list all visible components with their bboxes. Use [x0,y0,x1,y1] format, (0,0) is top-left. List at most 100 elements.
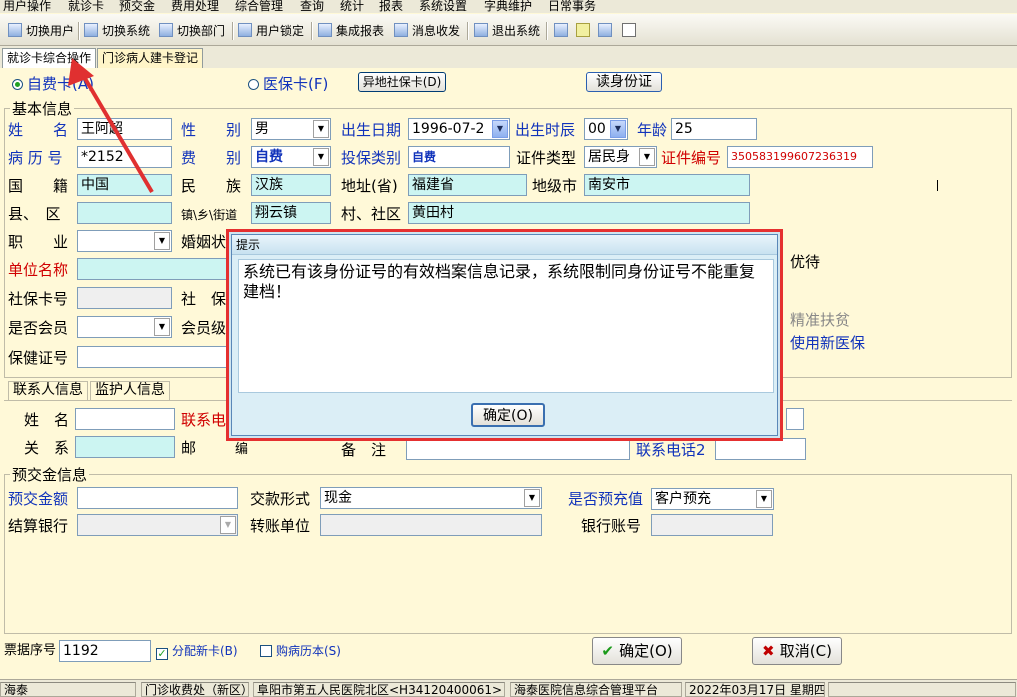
insurance-radio[interactable]: 医保卡(F) [248,74,328,94]
menu-dictionary[interactable]: 字典维护 [484,0,532,12]
currency-tool-button[interactable] [576,22,590,40]
social-label-2: 社 保 [181,290,227,308]
age-input[interactable]: 25 [671,118,757,140]
tab-guardian-info[interactable]: 监护人信息 [90,381,170,400]
age-label: 年龄 [637,121,668,139]
user-lock-button[interactable]: 用户锁定 [238,22,304,40]
town-input[interactable]: 翔云镇 [251,202,331,224]
menu-query[interactable]: 查询 [300,0,324,12]
ethnic-input[interactable]: 汉族 [251,174,331,196]
fee-type-select[interactable]: 自费 ▼ [251,146,331,168]
chevron-down-icon[interactable]: ▼ [154,318,170,336]
deposit-amount-input[interactable] [77,487,238,509]
chevron-down-icon[interactable]: ▼ [639,148,655,166]
exit-button[interactable]: 退出系统 [474,22,540,40]
switch-dept-button[interactable]: 切换部门 [159,22,225,40]
checkbox-checked-icon: ✓ [156,647,168,660]
account-input [651,514,773,536]
alert-dialog: 提示 系统已有该身份证号的有效档案信息记录，系统限制同身份证号不能重复建档！ 确… [226,229,783,441]
chevron-down-icon[interactable]: ▼ [610,120,626,138]
book-icon [598,23,612,37]
transfer-input [320,514,542,536]
new-insurance-label[interactable]: 使用新医保 [790,333,865,353]
city-label: 地级市 [532,177,578,195]
prefill-select[interactable]: 客户预充 ▼ [651,488,774,510]
ticket-no-input[interactable]: 1192 [59,640,151,662]
assign-card-checkbox[interactable]: ✓ 分配新卡(B) [156,641,238,661]
phone2-input[interactable] [715,438,806,460]
contact-extra-input[interactable] [786,408,804,430]
dialog-ok-button[interactable]: 确定(O) [471,403,545,427]
city-input[interactable]: 南安市 [584,174,750,196]
employer-label: 单位名称 [8,261,69,279]
menu-settings[interactable]: 系统设置 [419,0,467,12]
county-input[interactable] [77,202,172,224]
remote-insurance-button[interactable]: 异地社保卡(D) [358,72,446,92]
menu-daily[interactable]: 日常事务 [548,0,596,12]
status-platform: 海泰医院信息综合管理平台 [510,682,682,697]
remark-label: 备 注 [341,441,387,459]
read-id-button[interactable]: 读身份证 [586,72,662,92]
book-tool-button[interactable] [598,22,612,40]
report-button[interactable]: 集成报表 [318,22,384,40]
poverty-label[interactable]: 精准扶贫 [790,310,850,330]
toolbar: 切换用户 切换系统 切换部门 用户锁定 集成报表 消息收发 退出系统 [0,14,1017,46]
health-cert-input[interactable] [77,346,227,368]
dialog-message: 系统已有该身份证号的有效档案信息记录，系统限制同身份证号不能重复建档！ [238,259,774,393]
menu-card[interactable]: 就诊卡 [68,0,104,12]
birth-date-picker[interactable]: 1996-07-2 ▼ [408,118,510,140]
nationality-label: 国 籍 [8,177,69,195]
preferential-label: 优待 [790,253,821,271]
relation-input[interactable] [75,436,175,458]
switch-system-button[interactable]: 切换系统 [84,22,150,40]
chevron-down-icon[interactable]: ▼ [313,148,329,166]
calendar-dropdown-icon[interactable]: ▼ [492,120,508,138]
buy-record-checkbox[interactable]: 购病历本(S) [260,641,341,661]
member-select[interactable]: ▼ [77,316,172,338]
record-no-label: 病 历 号 [8,149,63,167]
edit-tool-button[interactable] [554,22,568,40]
chevron-down-icon: ▼ [220,516,236,534]
village-input[interactable]: 黄田村 [408,202,750,224]
id-type-label: 证件类型 [516,149,577,167]
tab-contact-info[interactable]: 联系人信息 [8,381,88,400]
exit-icon [474,23,488,37]
messages-button[interactable]: 消息收发 [394,22,460,40]
birth-hour-select[interactable]: 00 ▼ [584,118,628,140]
remark-input[interactable] [406,438,630,460]
cancel-button[interactable]: ✖ 取消(C) [752,637,842,665]
id-type-select[interactable]: 居民身 ▼ [584,146,657,168]
chevron-down-icon[interactable]: ▼ [154,232,170,250]
contact-name-input[interactable] [75,408,175,430]
chevron-down-icon[interactable]: ▼ [524,489,540,507]
id-no-input[interactable]: 350583199607236319 [727,146,873,168]
job-select[interactable]: ▼ [77,230,172,252]
pay-form-label: 交款形式 [250,490,311,508]
insure-type-input[interactable]: 自费 [408,146,510,168]
menu-deposit[interactable]: 预交金 [119,0,155,12]
status-date: 2022年03月17日 星期四 [685,682,825,697]
gender-select[interactable]: 男 ▼ [251,118,331,140]
deposit-amount-label: 预交金额 [8,490,69,508]
relation-label: 关 系 [24,439,70,457]
chevron-down-icon[interactable]: ▼ [313,120,329,138]
arrow-shaft [78,68,154,194]
chevron-down-icon[interactable]: ▼ [756,490,772,508]
menu-fee[interactable]: 费用处理 [171,0,219,12]
social-card-label: 社保卡号 [8,290,69,308]
switch-user-button[interactable]: 切换用户 [8,22,74,40]
ok-button[interactable]: ✔ 确定(O) [592,637,682,665]
menu-user-ops[interactable]: 用户操作 [3,0,51,12]
pay-form-select[interactable]: 现金 ▼ [320,487,542,509]
employer-input[interactable] [77,258,227,280]
radio-selected [12,79,23,90]
ticket-no-label: 票据序号 [4,643,57,658]
arrow-head [68,58,94,86]
menu-reports[interactable]: 报表 [379,0,403,12]
menu-comprehensive[interactable]: 综合管理 [235,0,283,12]
calculator-tool-button[interactable] [622,22,636,40]
menu-stats[interactable]: 统计 [340,0,364,12]
postal-code-label: 编 [235,442,249,457]
province-input[interactable]: 福建省 [408,174,527,196]
village-label: 村、社区 [341,205,402,223]
